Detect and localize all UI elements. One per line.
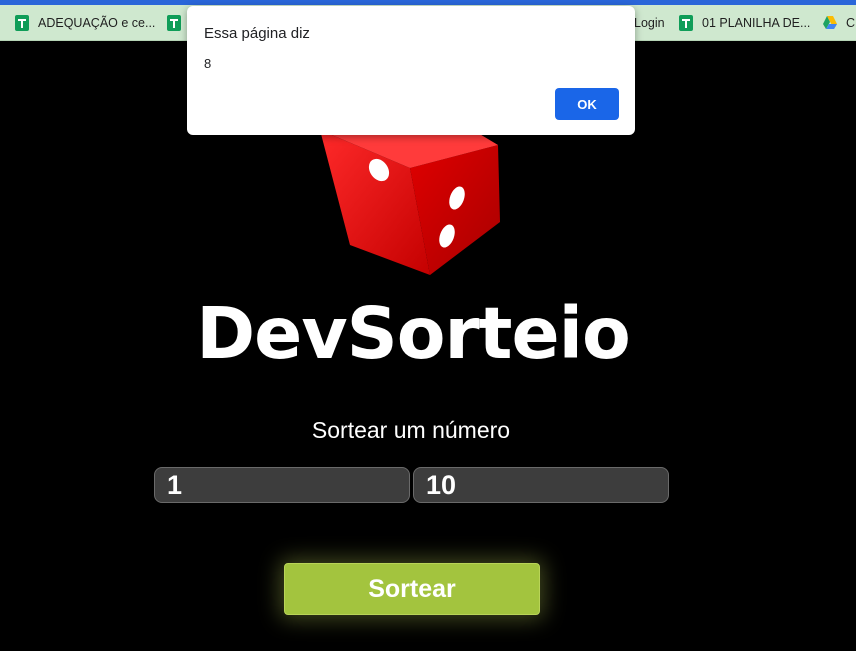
alert-dialog: Essa página diz 8 OK bbox=[187, 6, 635, 135]
max-number-input[interactable] bbox=[413, 467, 669, 503]
bookmark-item[interactable]: C bbox=[822, 5, 856, 40]
bookmark-label: C bbox=[846, 16, 856, 30]
bookmark-label: 01 PLANILHA DE... bbox=[702, 16, 811, 30]
logo-text: DevSorteio bbox=[196, 292, 631, 375]
google-drive-icon bbox=[823, 16, 837, 29]
ok-button[interactable]: OK bbox=[555, 88, 619, 120]
google-sheets-icon bbox=[679, 15, 693, 31]
bookmark-label: ADEQUAÇÃO e ce... bbox=[38, 16, 156, 30]
bookmark-item[interactable]: ADEQUAÇÃO e ce... bbox=[14, 5, 156, 40]
bookmark-item[interactable]: Login bbox=[634, 5, 665, 40]
dialog-message: 8 bbox=[204, 56, 212, 71]
google-sheets-icon bbox=[15, 15, 29, 31]
google-sheets-icon bbox=[167, 15, 181, 31]
dialog-title: Essa página diz bbox=[204, 25, 310, 42]
page-subtitle: Sortear um número bbox=[311, 417, 511, 443]
range-inputs bbox=[154, 467, 670, 503]
min-number-input[interactable] bbox=[154, 467, 410, 503]
bookmark-label: Login bbox=[634, 16, 665, 30]
bookmark-item[interactable]: 01 PLANILHA DE... bbox=[678, 5, 811, 40]
draw-button[interactable]: Sortear bbox=[284, 563, 540, 615]
